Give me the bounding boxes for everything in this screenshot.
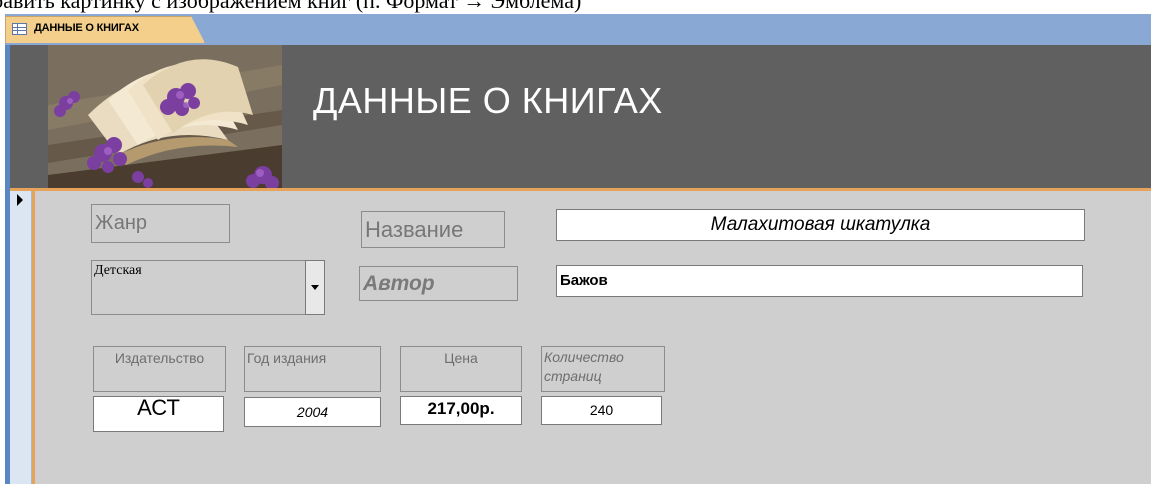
current-record-arrow-icon bbox=[17, 194, 23, 206]
page-caption: бавить картинку с изображением книг (п. … bbox=[0, 0, 582, 13]
record-selector[interactable] bbox=[10, 191, 32, 484]
year-label: Год издания bbox=[244, 346, 381, 392]
tab-book-data[interactable]: ДАННЫЕ О КНИГАХ bbox=[5, 16, 205, 43]
genre-value: Детская bbox=[94, 263, 142, 278]
tab-label: ДАННЫЕ О КНИГАХ bbox=[34, 22, 139, 34]
price-field[interactable]: 217,00р. bbox=[400, 396, 522, 425]
title-field[interactable]: Малахитовая шкатулка bbox=[556, 209, 1085, 241]
pages-label: Количество страниц bbox=[541, 346, 665, 392]
author-label: Автор bbox=[359, 266, 518, 301]
author-field[interactable]: Бажов bbox=[556, 265, 1083, 297]
header-logo-image bbox=[48, 45, 282, 188]
pages-field[interactable]: 240 bbox=[541, 396, 662, 425]
form-icon bbox=[12, 23, 27, 35]
price-label: Цена bbox=[400, 346, 522, 392]
genre-combo-box[interactable]: Детская bbox=[91, 260, 306, 315]
publisher-field[interactable]: АСТ bbox=[93, 396, 224, 432]
year-field[interactable]: 2004 bbox=[244, 397, 381, 427]
chevron-down-icon bbox=[311, 285, 319, 290]
genre-label: Жанр bbox=[91, 204, 230, 243]
title-label: Название bbox=[361, 211, 505, 248]
genre-dropdown-button[interactable] bbox=[305, 260, 325, 315]
book-lilac-picture bbox=[48, 45, 282, 188]
publisher-label: Издательство bbox=[93, 346, 226, 392]
form-title: ДАННЫЕ О КНИГАХ bbox=[313, 80, 663, 121]
